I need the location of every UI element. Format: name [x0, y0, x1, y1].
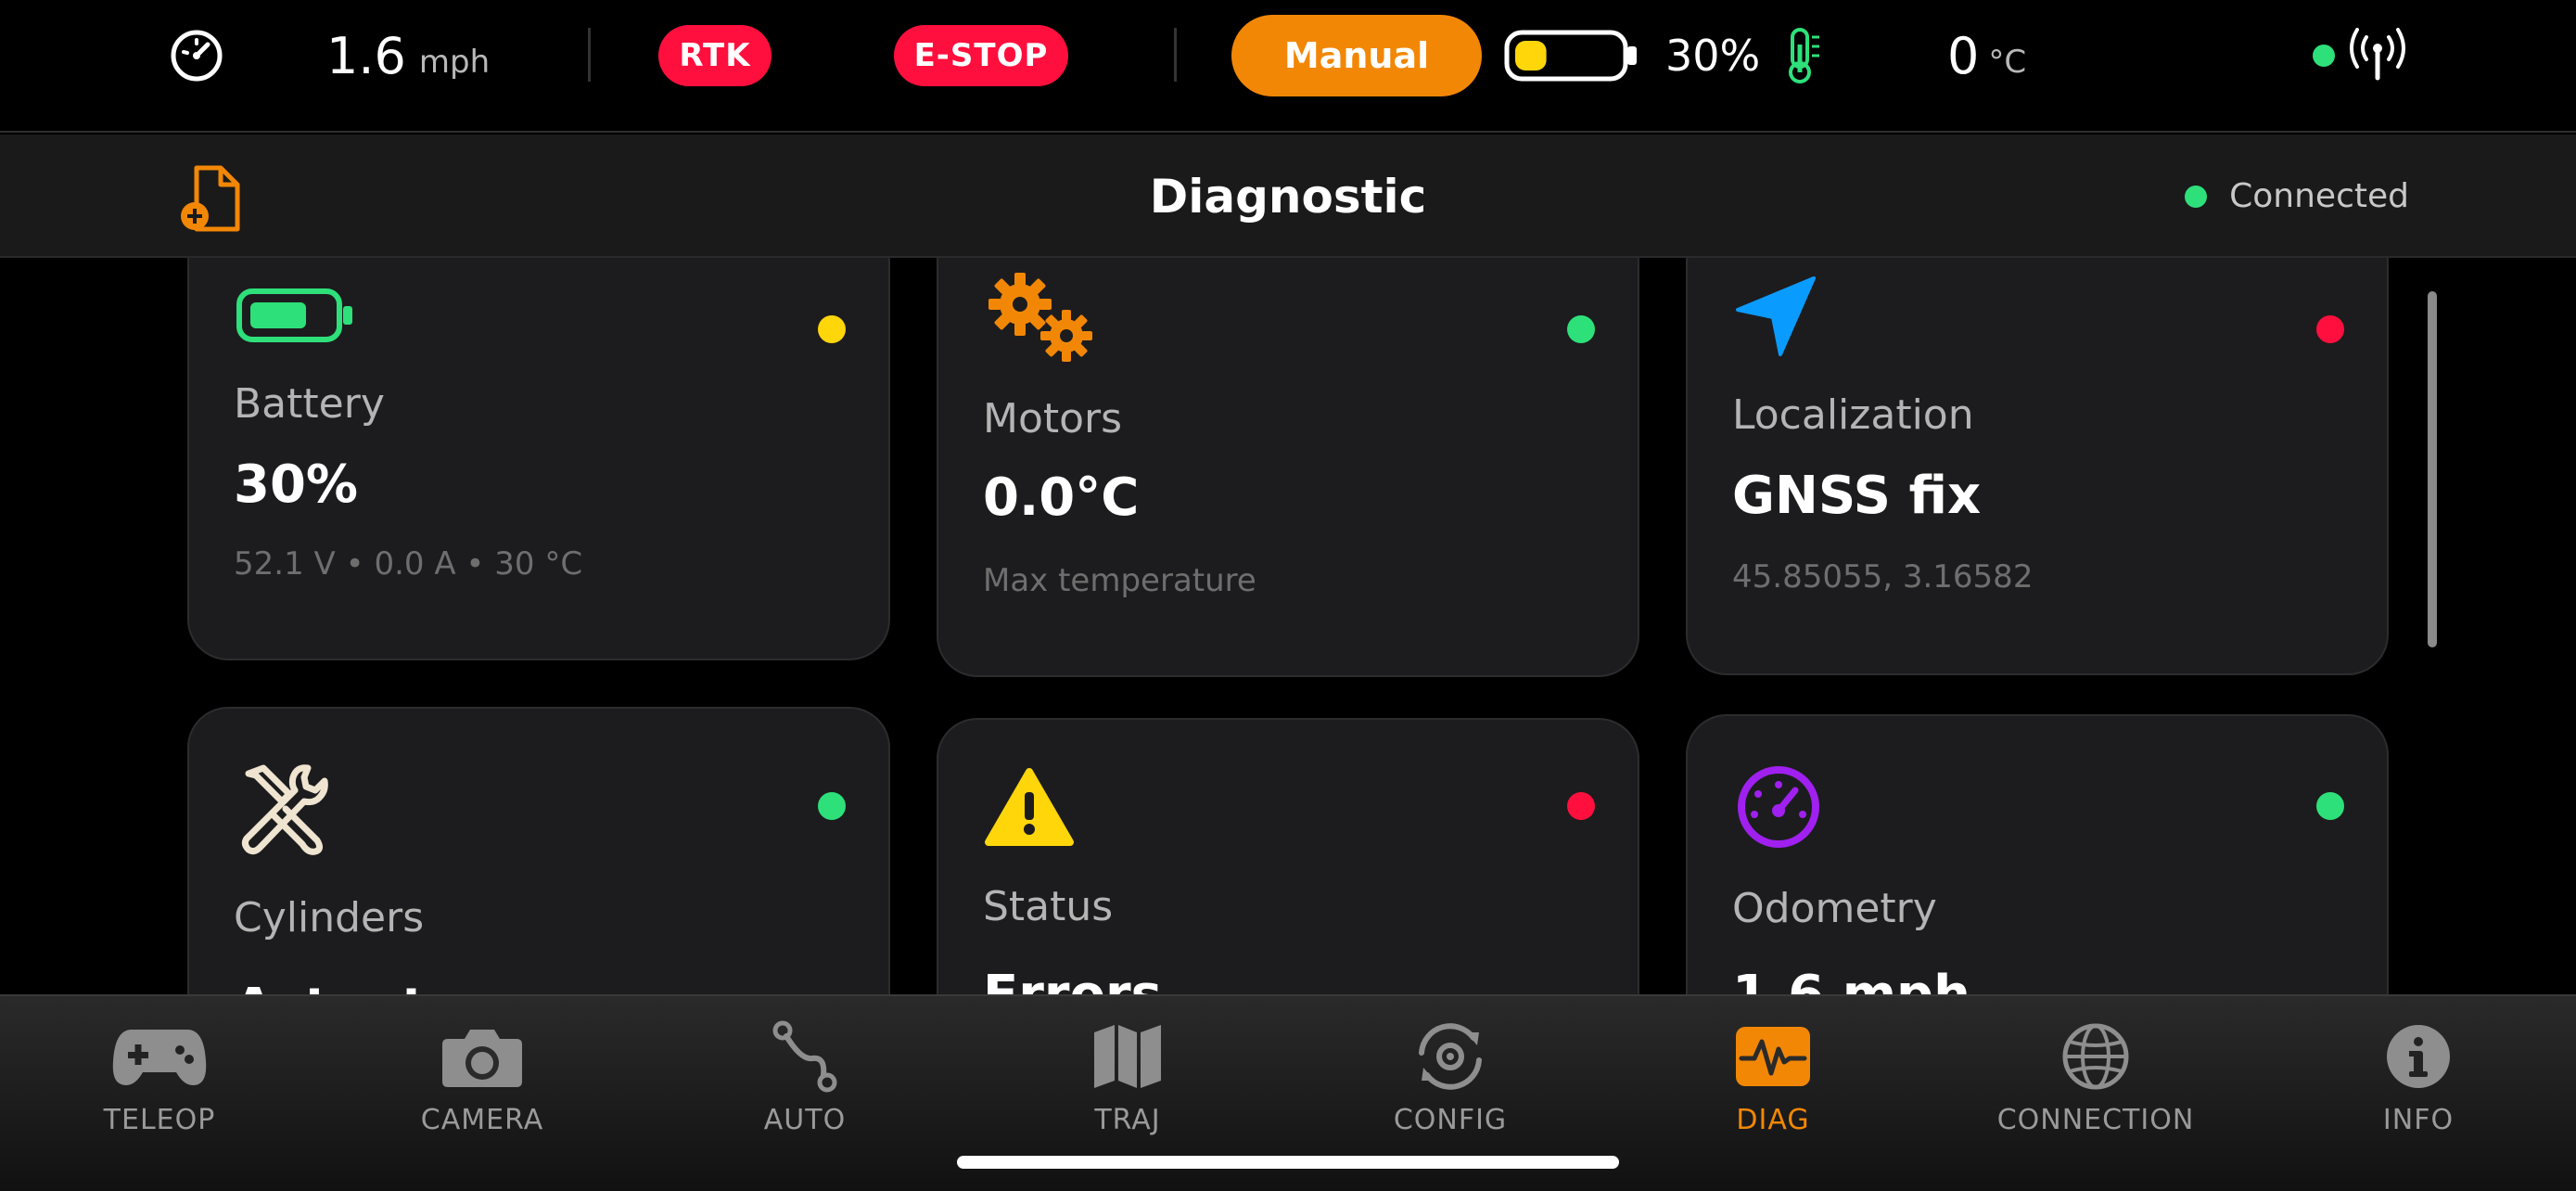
- gears-icon: [985, 269, 1100, 365]
- card-title: Odometry: [1732, 885, 1937, 932]
- warning-icon: [985, 766, 1074, 852]
- thermometer-icon: [1780, 0, 1827, 111]
- diagnostic-card-cylinders[interactable]: Cylinders Actuators: [187, 707, 890, 994]
- card-value: GNSS fix: [1732, 466, 1982, 526]
- tab-diag[interactable]: DIAG: [1634, 996, 1912, 1154]
- speed-unit: mph: [418, 44, 491, 81]
- connection-label: Connected: [2229, 177, 2409, 215]
- diagnostic-card-status[interactable]: Status Errors: [937, 718, 1639, 994]
- rtk-badge: RTK: [658, 25, 772, 86]
- diagnostic-card-battery[interactable]: Battery 30% 52.1 V • 0.0 A • 30 °C: [187, 258, 890, 660]
- tab-label: TRAJ: [1094, 1104, 1161, 1136]
- speedometer-icon: [1734, 762, 1823, 855]
- card-subtitle: 52.1 V • 0.0 A • 30 °C: [234, 545, 583, 583]
- temperature-value: 0: [1947, 26, 1980, 85]
- tab-camera[interactable]: CAMERA: [343, 996, 621, 1154]
- home-indicator[interactable]: [957, 1156, 1619, 1169]
- tab-config[interactable]: CONFIG: [1311, 996, 1589, 1154]
- status-dot: [2316, 792, 2344, 820]
- card-title: Battery: [234, 380, 385, 428]
- camera-icon: [440, 1018, 524, 1095]
- status-bar: 1.6 mph RTK E-STOP Manual 30% 0 °C: [0, 0, 2576, 133]
- tab-label: CONNECTION: [1996, 1104, 2195, 1136]
- card-title: Localization: [1732, 391, 1974, 439]
- card-title: Motors: [983, 395, 1123, 442]
- diagnostic-card-localization[interactable]: Localization GNSS fix 45.85055, 3.16582: [1686, 258, 2389, 675]
- card-value: 0.0°C: [983, 467, 1140, 528]
- tab-traj[interactable]: TRAJ: [988, 996, 1267, 1154]
- speedometer-icon: [169, 0, 224, 111]
- divider: [588, 28, 591, 82]
- antenna-icon: [2348, 0, 2407, 111]
- diagnostic-card-motors[interactable]: Motors 0.0°C Max temperature: [937, 258, 1639, 677]
- card-subtitle: Max temperature: [983, 562, 1256, 599]
- temperature-unit: °C: [1988, 44, 2027, 81]
- divider: [1174, 28, 1177, 82]
- diagnostic-card-odometry[interactable]: Odometry 1.6 mph: [1686, 714, 2389, 994]
- tab-label: CONFIG: [1393, 1104, 1508, 1136]
- temperature-readout: 0 °C: [1947, 0, 2026, 111]
- info-icon: [2385, 1018, 2452, 1095]
- mode-button[interactable]: Manual: [1231, 15, 1482, 96]
- page-header: Diagnostic Connected: [0, 134, 2576, 258]
- tab-label: TELEOP: [103, 1104, 216, 1136]
- battery-icon: [236, 288, 356, 347]
- globe-icon: [2060, 1018, 2131, 1095]
- status-dot: [818, 792, 846, 820]
- map-icon: [1090, 1018, 1165, 1095]
- battery-icon: [1504, 0, 1641, 111]
- speed-readout: 1.6 mph: [326, 0, 490, 111]
- tab-label: DIAG: [1736, 1104, 1810, 1136]
- speed-value: 1.6: [326, 26, 406, 85]
- connection-dot: [2185, 185, 2208, 208]
- status-dot: [1567, 792, 1595, 820]
- status-dot: [2316, 315, 2344, 343]
- scrollbar-thumb[interactable]: [2428, 291, 2437, 647]
- connection-status: Connected: [2185, 134, 2409, 258]
- diagnostic-grid[interactable]: Battery 30% 52.1 V • 0.0 A • 30 °C Motor…: [0, 258, 2576, 994]
- card-value: Actuators: [234, 978, 518, 994]
- gamepad-icon: [111, 1018, 208, 1095]
- estop-button[interactable]: E-STOP: [894, 25, 1068, 86]
- gear-sync-icon: [1410, 1018, 1490, 1095]
- tab-info[interactable]: INFO: [2279, 996, 2557, 1154]
- card-value: Errors: [983, 965, 1162, 994]
- waveform-icon: [1734, 1018, 1812, 1095]
- tab-auto[interactable]: AUTO: [666, 996, 944, 1154]
- tab-connection[interactable]: CONNECTION: [1957, 996, 2235, 1154]
- tab-label: AUTO: [763, 1104, 847, 1136]
- location-arrow-icon: [1734, 275, 1817, 362]
- tools-icon: [236, 761, 332, 861]
- status-dot: [818, 315, 846, 343]
- tab-teleop[interactable]: TELEOP: [20, 996, 299, 1154]
- card-title: Cylinders: [234, 894, 425, 941]
- tab-label: CAMERA: [420, 1104, 544, 1136]
- card-title: Status: [983, 883, 1114, 930]
- battery-percent: 30%: [1665, 31, 1761, 81]
- route-icon: [768, 1018, 842, 1095]
- tab-label: INFO: [2382, 1104, 2455, 1136]
- card-value: 1.6 mph: [1732, 965, 1970, 994]
- signal-status-dot: [2313, 0, 2335, 111]
- card-value: 30%: [234, 455, 359, 515]
- status-dot: [1567, 315, 1595, 343]
- card-subtitle: 45.85055, 3.16582: [1732, 558, 2034, 596]
